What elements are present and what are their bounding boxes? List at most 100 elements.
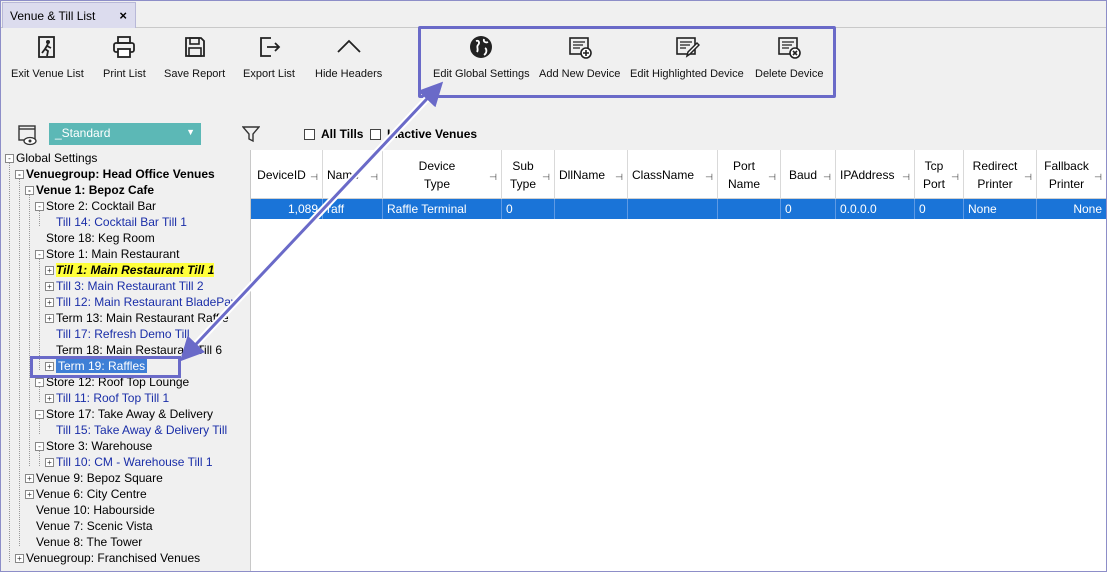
view-layout-icon[interactable] [17,124,39,146]
collapse-icon[interactable]: - [35,442,44,451]
tree-node-store-1[interactable]: - Store 1: Main Restaurant [35,246,179,262]
column-header[interactable]: DeviceID ⊣ [251,150,323,199]
exit-venue-list-button[interactable]: Exit Venue List [11,34,84,80]
tree-node-label: Till 10: CM - Warehouse Till 1 [56,455,213,469]
tree-node-venue-7[interactable]: Venue 7: Scenic Vista [25,518,153,534]
tree-node-till-14[interactable]: Till 14: Cocktail Bar Till 1 [45,214,187,230]
table-cell[interactable]: Raffle Terminal [383,199,502,219]
tree-node-till-12[interactable]: + Till 12: Main Restaurant BladePay [45,294,237,310]
pin-column-icon[interactable]: ⊣ [489,168,497,186]
tree-node-venuegroup-head-office[interactable]: - Venuegroup: Head Office Venues [15,166,215,182]
collapse-icon[interactable]: - [35,378,44,387]
device-grid: DeviceID ⊣ Name ⊣ Device Type ⊣ Sub Type ⊣ DllNa… [250,150,1106,571]
tree-node-label: Venuegroup: Franchised Venues [26,551,201,565]
pin-column-icon[interactable]: ⊣ [310,168,318,186]
pin-column-icon[interactable]: ⊣ [370,168,378,186]
expand-icon[interactable]: + [45,298,54,307]
table-cell[interactable]: 0 [915,199,964,219]
pin-column-icon[interactable]: ⊣ [768,168,776,186]
collapse-icon[interactable]: - [35,410,44,419]
collapse-icon[interactable]: - [5,154,14,163]
tree-node-store-17[interactable]: - Store 17: Take Away & Delivery [35,406,213,422]
table-cell[interactable]: None [964,199,1037,219]
table-cell[interactable]: 0 [502,199,555,219]
pin-column-icon[interactable]: ⊣ [1024,168,1032,186]
table-cell[interactable]: raff [323,199,383,219]
column-header[interactable]: IPAddress ⊣ [836,150,915,199]
tree-node-store-2[interactable]: - Store 2: Cocktail Bar [35,198,156,214]
column-header[interactable]: Sub Type ⊣ [502,150,555,199]
collapse-icon[interactable]: - [35,202,44,211]
table-cell[interactable]: 0.0.0.0 [836,199,915,219]
tree-node-venue-6[interactable]: + Venue 6: City Centre [25,486,147,502]
tree-node-store-3[interactable]: - Store 3: Warehouse [35,438,152,454]
tree-node-label: Venue 6: City Centre [36,487,147,501]
export-icon [260,37,281,57]
column-header[interactable]: Device Type ⊣ [383,150,502,199]
expand-icon[interactable]: + [45,282,54,291]
tree-node-venue-10[interactable]: Venue 10: Habourside [25,502,155,518]
tree-node-till-11[interactable]: + Till 11: Roof Top Till 1 [45,390,169,406]
table-cell[interactable]: 1,089 [251,199,323,219]
pin-column-icon[interactable]: ⊣ [542,168,550,186]
pin-column-icon[interactable]: ⊣ [951,168,959,186]
close-icon[interactable]: × [119,8,127,23]
tree-node-till-17[interactable]: Till 17: Refresh Demo Till [45,326,190,342]
layout-select[interactable]: _Standard ▼ [49,123,201,145]
pin-column-icon[interactable]: ⊣ [902,168,910,186]
export-list-button[interactable]: Export List [243,34,295,80]
pin-column-icon[interactable]: ⊣ [823,168,831,186]
column-header[interactable]: Port Name ⊣ [718,150,781,199]
tree-node-global-settings[interactable]: - Global Settings [5,150,97,166]
collapse-icon[interactable]: - [35,250,44,259]
print-list-button[interactable]: Print List [103,34,146,80]
tree-node-till-15[interactable]: Till 15: Take Away & Delivery Till [45,422,227,438]
tree-node-term-13[interactable]: + Term 13: Main Restaurant Raffle [45,310,229,326]
pin-column-icon[interactable]: ⊣ [705,168,713,186]
tree-node-store-18[interactable]: Store 18: Keg Room [35,230,155,246]
inactive-venues-checkbox-box[interactable] [370,128,381,140]
hide-headers-button[interactable]: Hide Headers [315,34,382,80]
table-cell[interactable]: 0 [781,199,836,219]
expand-icon[interactable]: + [25,490,34,499]
collapse-icon[interactable]: - [25,186,34,195]
table-row[interactable]: 1,089 raff Raffle Terminal 0 0 0.0.0.0 0 None No… [251,199,1106,219]
expand-icon[interactable]: + [45,314,54,323]
tab-venue-till-list[interactable]: Venue & Till List × [2,2,136,28]
column-header[interactable]: Redirect Printer ⊣ [964,150,1037,199]
expand-icon[interactable]: + [45,458,54,467]
expand-icon[interactable]: + [25,474,34,483]
column-header[interactable]: DllName ⊣ [555,150,628,199]
tree-node-venue-1[interactable]: - Venue 1: Bepoz Cafe [25,182,154,198]
column-header[interactable]: Baud ⊣ [781,150,836,199]
inactive-venues-checkbox[interactable]: Inactive Venues [370,127,477,141]
pin-column-icon[interactable]: ⊣ [615,168,623,186]
expand-icon[interactable]: + [45,266,54,275]
column-header[interactable]: Fallback Printer ⊣ [1037,150,1106,199]
tree-node-venue-8[interactable]: Venue 8: The Tower [25,534,142,550]
pin-column-icon[interactable]: ⊣ [1094,168,1102,186]
all-tills-checkbox-box[interactable] [304,128,315,140]
column-header[interactable]: ClassName ⊣ [628,150,718,199]
tree-node-label: Venue 9: Bepoz Square [36,471,163,485]
tree-node-till-1[interactable]: + Till 1: Main Restaurant Till 1 [45,262,215,278]
table-cell[interactable]: None [1037,199,1106,219]
floppy-disk-icon [184,37,205,57]
all-tills-checkbox[interactable]: All Tills [304,127,363,141]
tree-node-venuegroup-franchised[interactable]: + Venuegroup: Franchised Venues [15,550,200,566]
tree-node-till-10[interactable]: + Till 10: CM - Warehouse Till 1 [45,454,213,470]
table-cell[interactable] [628,199,718,219]
table-cell[interactable] [718,199,781,219]
column-header[interactable]: Tcp Port ⊣ [915,150,964,199]
tree-node-venue-9[interactable]: + Venue 9: Bepoz Square [25,470,163,486]
save-report-button[interactable]: Save Report [164,34,225,80]
tree-node-till-3[interactable]: + Till 3: Main Restaurant Till 2 [45,278,204,294]
column-header[interactable]: Name ⊣ [323,150,383,199]
expand-icon[interactable]: + [45,394,54,403]
tree-node-label: Store 2: Cocktail Bar [46,199,157,213]
filter-icon[interactable] [242,125,260,143]
expand-icon[interactable]: + [15,554,24,563]
column-header-label: Redirect Printer [972,158,1018,191]
collapse-icon[interactable]: - [15,170,24,179]
table-cell[interactable] [555,199,628,219]
